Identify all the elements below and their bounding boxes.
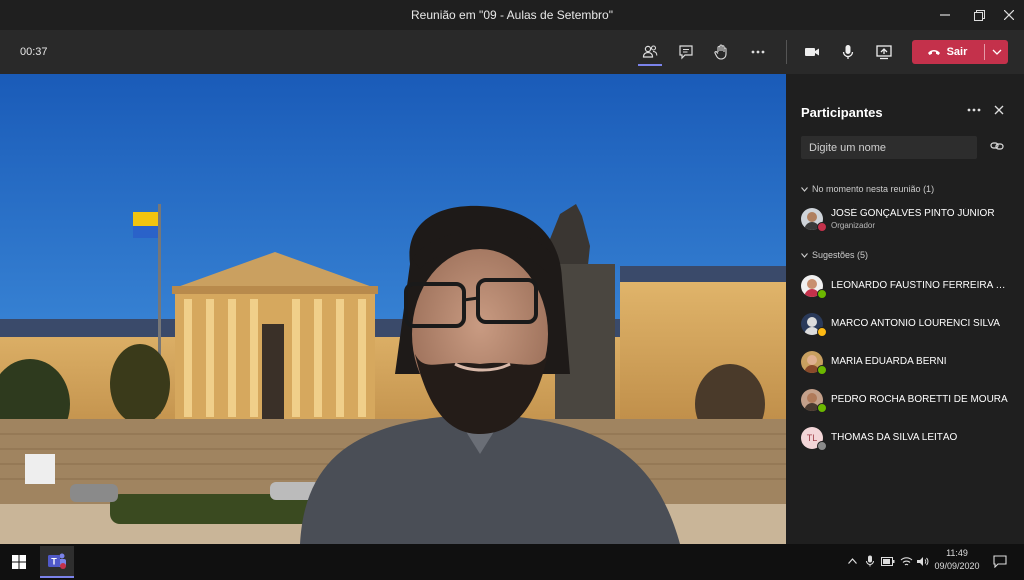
more-icon (967, 108, 981, 112)
maximize-button[interactable] (962, 0, 996, 30)
suggestions-section-label: Sugestões (5) (812, 250, 869, 260)
start-button[interactable] (4, 548, 34, 576)
teams-taskbar-button[interactable]: T (40, 546, 74, 578)
close-icon (994, 105, 1004, 115)
panel-title: Participantes (801, 105, 883, 120)
leave-options-button[interactable] (986, 40, 1008, 64)
suggestion-row[interactable]: MARIA EDUARDA BERNI (801, 350, 1019, 376)
close-window-button[interactable] (992, 0, 1024, 30)
taskbar: T 11:49 09/09/2020 (0, 544, 1024, 580)
more-icon (751, 50, 765, 54)
minimize-icon (940, 14, 950, 16)
suggestions-section-header[interactable]: Sugestões (5) (801, 250, 868, 260)
chevron-down-icon (801, 252, 808, 258)
participant-search-input[interactable] (801, 136, 977, 159)
suggestion-row[interactable]: PEDRO ROCHA BORETTI DE MOURA (801, 388, 1019, 414)
camera-icon (805, 48, 819, 56)
mic-tray-button[interactable] (862, 550, 878, 572)
raise-hand-button[interactable] (705, 36, 737, 68)
action-center-button[interactable] (990, 550, 1010, 572)
microphone-icon (866, 555, 874, 567)
share-invite-button[interactable] (989, 138, 1007, 156)
clock-date: 09/09/2020 (934, 561, 980, 571)
wifi-icon (900, 556, 912, 565)
camera-button[interactable] (796, 36, 828, 68)
system-clock[interactable]: 11:49 09/09/2020 (930, 547, 984, 573)
leave-divider (984, 44, 985, 60)
share-screen-icon (876, 45, 892, 60)
more-actions-button[interactable] (742, 36, 774, 68)
meeting-timer: 00:37 (20, 46, 48, 58)
toolbar-divider (786, 40, 787, 64)
chat-button[interactable] (670, 36, 702, 68)
presence-offline-icon (817, 441, 827, 451)
speaker-icon (916, 556, 928, 566)
chevron-up-icon (847, 558, 857, 564)
suggestion-row[interactable]: LEONARDO FAUSTINO FERREIRA DA... (801, 274, 1019, 300)
panel-close-button[interactable] (990, 102, 1008, 120)
in-meeting-section-header[interactable]: No momento nesta reunião (1) (801, 184, 934, 194)
windows-logo-icon (12, 555, 26, 569)
leave-label: Sair (946, 46, 968, 58)
leave-button[interactable]: Sair (912, 40, 982, 64)
participant-video-image (0, 74, 786, 544)
microphone-button[interactable] (832, 36, 864, 68)
panel-more-button[interactable] (964, 102, 984, 120)
suggestion-row[interactable]: MARCO ANTONIO LOURENCI SILVA (801, 312, 1019, 338)
chat-icon (679, 45, 693, 60)
volume-tray-button[interactable] (914, 550, 930, 572)
participant-name: LEONARDO FAUSTINO FERREIRA DA... (831, 280, 1011, 291)
link-icon (990, 142, 1004, 150)
suggestion-row[interactable]: TL THOMAS DA SILVA LEITÃO (801, 426, 1019, 452)
restore-icon (973, 9, 985, 21)
presence-available-icon (817, 403, 827, 413)
chevron-down-icon (992, 49, 1002, 55)
presence-away-icon (817, 327, 827, 337)
presence-available-icon (817, 289, 827, 299)
notification-icon (993, 554, 1007, 568)
title-bar: Reunião em "09 - Aulas de Setembro" (0, 0, 1024, 30)
participant-name: JOSÉ GONÇALVES PINTO JÚNIOR (831, 208, 995, 219)
presence-busy-icon (817, 222, 827, 232)
participant-name: MARCO ANTONIO LOURENCI SILVA (831, 318, 1000, 329)
clock-time: 11:49 (946, 548, 968, 558)
show-hidden-icons-button[interactable] (844, 550, 860, 572)
in-meeting-section-label: No momento nesta reunião (1) (812, 184, 935, 194)
participants-panel: Participantes No momento nesta reunião (… (786, 74, 1024, 544)
microphone-icon (842, 45, 854, 59)
window-title: Reunião em "09 - Aulas de Setembro" (411, 8, 613, 22)
presence-available-icon (817, 365, 827, 375)
share-screen-button[interactable] (868, 36, 900, 68)
participants-icon (642, 45, 658, 58)
battery-tray-button[interactable] (880, 550, 896, 572)
leave-button-group: Sair (912, 40, 1008, 64)
participant-name: THOMAS DA SILVA LEITÃO (831, 432, 958, 443)
teams-app-icon: T (48, 553, 66, 569)
video-feed (0, 74, 786, 544)
raise-hand-icon (714, 44, 727, 60)
participant-name: PEDRO ROCHA BORETTI DE MOURA (831, 394, 1008, 405)
chevron-down-icon (801, 186, 808, 192)
participant-row[interactable]: JOSÉ GONÇALVES PINTO JÚNIOR Organizador (801, 207, 1019, 233)
participants-active-indicator (638, 64, 662, 66)
close-icon (1004, 10, 1014, 20)
participant-role: Organizador (831, 221, 876, 230)
svg-text:T: T (51, 557, 57, 567)
hang-up-icon (927, 50, 940, 55)
minimize-button[interactable] (928, 0, 962, 30)
participant-name: MARIA EDUARDA BERNI (831, 356, 947, 367)
network-tray-button[interactable] (898, 550, 914, 572)
battery-icon (881, 556, 895, 566)
